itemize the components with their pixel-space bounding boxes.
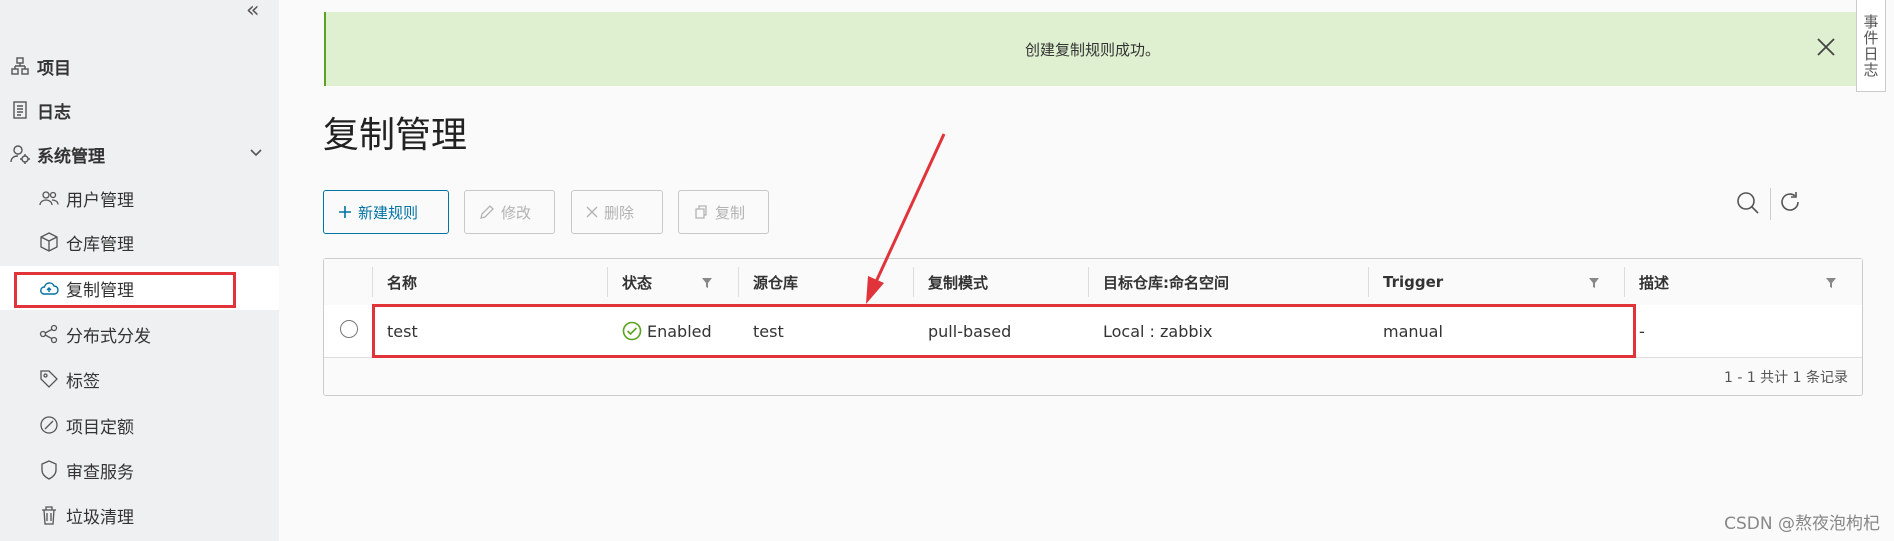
row-select-radio[interactable] <box>340 320 358 338</box>
column-header-target[interactable]: 目标仓库:命名空间 <box>1103 259 1229 305</box>
sidebar-item-label: 项目定额 <box>66 417 134 438</box>
pencil-icon <box>480 205 494 219</box>
tag-icon <box>40 370 58 388</box>
edit-button[interactable]: 修改 <box>464 190 555 234</box>
column-divider <box>738 267 739 297</box>
sidebar-item-registries[interactable]: 仓库管理 <box>0 220 279 264</box>
copy-icon <box>695 205 707 219</box>
sidebar-item-distribution[interactable]: 分布式分发 <box>0 312 279 356</box>
table-header: 名称 状态 源仓库 复制模式 目标仓库:命名空间 Trigger 描述 <box>324 259 1862 306</box>
column-divider <box>1088 267 1089 297</box>
sidebar-item-label: 审查服务 <box>66 462 134 483</box>
column-divider <box>372 267 373 297</box>
copy-button[interactable]: 复制 <box>678 190 769 234</box>
column-divider <box>607 267 608 297</box>
filter-icon[interactable] <box>1825 277 1837 289</box>
trash-icon <box>42 506 56 525</box>
users-icon <box>39 191 59 206</box>
column-header-trigger[interactable]: Trigger <box>1383 259 1443 305</box>
delete-button[interactable]: 删除 <box>571 190 663 234</box>
success-alert: 创建复制规则成功。 <box>324 12 1859 86</box>
column-header-description[interactable]: 描述 <box>1639 259 1669 305</box>
event-log-label: 事件日志 <box>1861 13 1880 78</box>
quota-icon <box>40 416 58 434</box>
column-header-source[interactable]: 源仓库 <box>753 259 798 305</box>
sidebar-item-labels[interactable]: 标签 <box>0 357 279 401</box>
toolbar-divider <box>1770 188 1771 220</box>
share-icon <box>39 324 58 344</box>
filter-icon[interactable] <box>701 277 713 289</box>
event-log-tab[interactable]: 事件日志 <box>1856 0 1886 92</box>
column-header-mode[interactable]: 复制模式 <box>928 259 988 305</box>
project-icon <box>11 57 29 75</box>
sidebar-item-label: 日志 <box>37 102 71 123</box>
column-divider <box>913 267 914 297</box>
sidebar-item-projects[interactable]: 项目 <box>0 44 279 88</box>
copy-label: 复制 <box>715 203 746 222</box>
sidebar-item-quotas[interactable]: 项目定额 <box>0 403 279 447</box>
edit-label: 修改 <box>501 203 532 222</box>
sidebar-item-label: 用户管理 <box>66 190 134 211</box>
page-title: 复制管理 <box>323 115 468 156</box>
column-header-name[interactable]: 名称 <box>387 259 417 305</box>
column-divider <box>1368 267 1369 297</box>
pagination-summary: 1 - 1 共计 1 条记录 <box>1723 370 1848 386</box>
sidebar-item-label: 垃圾清理 <box>66 507 134 528</box>
annotation-highlight-sidebar <box>14 272 236 308</box>
close-icon[interactable] <box>1815 36 1837 58</box>
filter-icon[interactable] <box>1588 277 1600 289</box>
sidebar-item-admin[interactable]: 系统管理 <box>0 132 279 176</box>
sidebar-item-label: 系统管理 <box>37 146 105 167</box>
watermark: CSDN @熬夜泡枸杞 <box>1724 514 1880 534</box>
column-divider <box>1624 267 1625 297</box>
shield-icon <box>41 460 57 480</box>
sidebar-item-logs[interactable]: 日志 <box>0 88 279 132</box>
annotation-highlight-row <box>372 304 1636 358</box>
new-rule-label: 新建规则 <box>358 203 419 222</box>
registry-icon <box>40 232 58 252</box>
admin-icon <box>10 145 30 164</box>
log-icon <box>13 101 27 119</box>
search-icon[interactable] <box>1735 190 1761 216</box>
refresh-icon[interactable] <box>1778 190 1802 214</box>
sidebar-item-label: 标签 <box>66 371 100 392</box>
delete-label: 删除 <box>604 203 635 222</box>
sidebar-item-interrogation[interactable]: 审查服务 <box>0 448 279 492</box>
plus-icon <box>339 206 351 218</box>
alert-message: 创建复制规则成功。 <box>1024 41 1160 59</box>
sidebar-item-users[interactable]: 用户管理 <box>0 176 279 220</box>
close-icon <box>586 206 598 218</box>
double-chevron-left-icon[interactable]: « <box>246 0 259 23</box>
sidebar-item-gc[interactable]: 垃圾清理 <box>0 493 279 537</box>
column-header-status[interactable]: 状态 <box>622 259 652 305</box>
sidebar-item-label: 项目 <box>37 58 71 79</box>
cell-description: - <box>1639 321 1645 341</box>
sidebar-item-label: 分布式分发 <box>66 326 151 347</box>
new-rule-button[interactable]: 新建规则 <box>323 190 449 234</box>
sidebar-item-label: 仓库管理 <box>66 234 134 255</box>
chevron-down-icon[interactable] <box>248 144 264 160</box>
sidebar: « 项目 日志 系统管理 用户管理 仓库管理 复制管理 分布式分发 标签 项目定… <box>0 0 279 541</box>
